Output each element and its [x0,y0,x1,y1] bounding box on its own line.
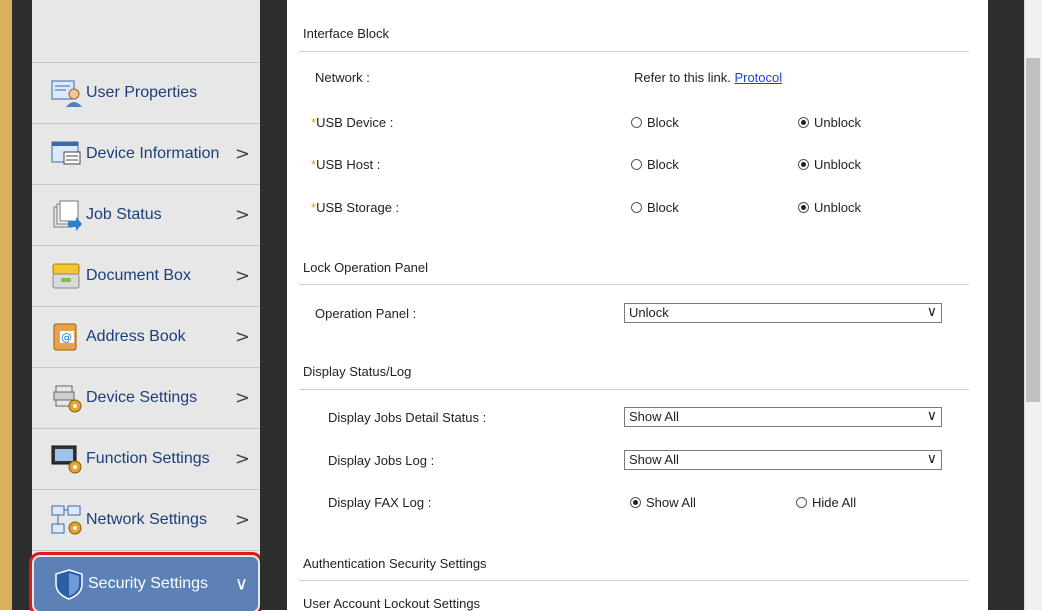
device-information-icon [50,138,84,170]
shield-icon [52,568,86,600]
section-title-authentication-security: Authentication Security Settings [303,556,487,571]
radio-circle [631,117,642,128]
chevron-right-icon: > [234,509,250,531]
section-divider [299,284,969,285]
sidebar-item-label: Address Book [86,328,186,345]
network-label: Network : [315,70,370,85]
document-box-icon [50,260,84,292]
usb-device-label: *USB Device : [311,115,394,130]
chevron-down-icon: ∨ [234,573,248,595]
chevron-down-icon: ∨ [926,304,937,320]
left-gold-bar [0,0,12,610]
chevron-right-icon: > [234,143,250,165]
sidebar-header [32,0,260,63]
sidebar-item-label: Security Settings [88,575,209,592]
sidebar-item-network-settings[interactable]: Network Settings > [32,490,260,551]
scrollbar-thumb[interactable] [1026,58,1040,402]
jobs-log-label: Display Jobs Log : [328,453,435,468]
section-title-display-status-log: Display Status/Log [303,364,412,379]
operation-panel-label: Operation Panel : [315,306,417,321]
sidebar-item-label: Document Box [86,267,191,284]
section-divider [299,580,969,581]
chevron-right-icon: > [234,204,250,226]
sidebar-item-address-book[interactable]: @ Address Book > [32,307,260,368]
radio-circle [796,497,807,508]
usb-host-block-radio[interactable]: Block [631,157,679,172]
sidebar-item-label: Job Status [86,206,162,223]
sidebar-item-label: Device Information [86,145,220,162]
network-settings-icon [50,504,84,536]
network-refer-text: Refer to this link. Protocol [634,70,783,85]
svg-text:@: @ [61,331,72,344]
chevron-right-icon: > [234,448,250,470]
sidebar-item-document-box[interactable]: Document Box > [32,246,260,307]
sidebar-item-function-settings[interactable]: Function Settings > [32,429,260,490]
usb-device-block-radio[interactable]: Block [631,115,679,130]
section-title-lock-operation-panel: Lock Operation Panel [303,260,429,275]
sidebar-item-user-properties[interactable]: User Properties [32,63,260,124]
chevron-right-icon: > [234,387,250,409]
main-content: Interface Block Network : Refer to this … [287,0,988,611]
radio-circle-selected [798,159,809,170]
section-divider [299,389,969,390]
job-status-icon [50,199,84,231]
section-title-interface-block: Interface Block [303,26,389,41]
radio-circle [631,159,642,170]
jobs-detail-status-select[interactable]: Show All ∨ [624,407,942,427]
sidebar-item-label: Function Settings [86,450,210,467]
section-divider [299,51,969,52]
divider-bar [260,0,287,610]
sidebar-item-label: Network Settings [86,511,207,528]
function-settings-icon [50,443,84,475]
usb-host-unblock-radio[interactable]: Unblock [798,157,861,172]
chevron-down-icon: ∨ [926,408,937,424]
fax-log-show-all-radio[interactable]: Show All [630,495,696,510]
operation-panel-select[interactable]: Unlock ∨ [624,303,942,323]
jobs-detail-status-label: Display Jobs Detail Status : [328,410,487,425]
protocol-link[interactable]: Protocol [734,70,782,85]
sidebar: User Properties Device Information > Job… [29,0,263,611]
radio-circle [631,202,642,213]
sidebar-item-device-settings[interactable]: Device Settings > [32,368,260,429]
sidebar-item-security-settings[interactable]: Security Settings ∨ [29,552,263,611]
usb-device-unblock-radio[interactable]: Unblock [798,115,861,130]
fax-log-label: Display FAX Log : [328,495,432,510]
sidebar-item-label: User Properties [86,84,198,101]
radio-circle-selected [798,117,809,128]
radio-circle-selected [630,497,641,508]
chevron-right-icon: > [234,265,250,287]
device-settings-icon [50,382,84,414]
jobs-log-select[interactable]: Show All ∨ [624,450,942,470]
usb-storage-block-radio[interactable]: Block [631,200,679,215]
address-book-icon: @ [50,321,84,353]
section-title-user-account-lockout: User Account Lockout Settings [303,596,481,611]
usb-host-label: *USB Host : [311,157,381,172]
sidebar-item-device-information[interactable]: Device Information > [32,124,260,185]
chevron-right-icon: > [234,326,250,348]
sidebar-item-job-status[interactable]: Job Status > [32,185,260,246]
user-properties-icon [50,77,84,109]
left-dark-bar [12,0,32,610]
sidebar-item-label: Device Settings [86,389,198,406]
fax-log-hide-all-radio[interactable]: Hide All [796,495,856,510]
chevron-down-icon: ∨ [926,451,937,467]
right-dark-bar [988,0,1024,610]
usb-storage-unblock-radio[interactable]: Unblock [798,200,861,215]
usb-storage-label: *USB Storage : [311,200,400,215]
radio-circle-selected [798,202,809,213]
